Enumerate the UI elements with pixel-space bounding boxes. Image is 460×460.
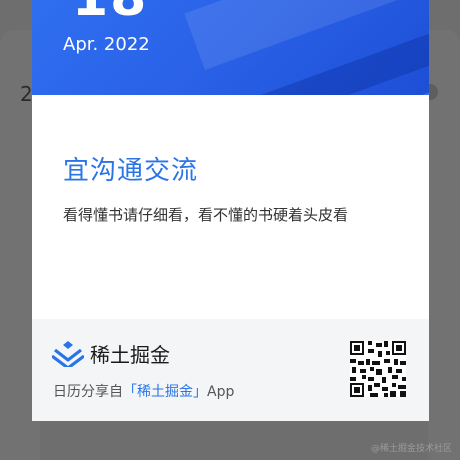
share-app-name[interactable]: 「稀土掘金」 — [123, 384, 207, 400]
qr-code-icon — [350, 341, 406, 397]
background-card-right — [428, 30, 460, 460]
day-number: 18 — [72, 0, 148, 28]
calendar-share-card: 18 Apr. 2022 宜沟通交流 看得懂书请仔细看，看不懂的书硬着头皮看 稀… — [32, 0, 429, 421]
card-footer: 稀土掘金 日历分享自「稀土掘金」App — [32, 319, 429, 421]
date-label: Apr. 2022 — [63, 34, 150, 55]
watermark: @稀土掘金技术社区 — [370, 444, 452, 454]
card-quote: 看得懂书请仔细看，看不懂的书硬着头皮看 — [63, 206, 349, 224]
brand-name: 稀土掘金 — [90, 343, 170, 367]
background-card-pill — [428, 84, 438, 100]
card-title: 宜沟通交流 — [63, 156, 199, 186]
share-prefix: 日历分享自 — [53, 384, 123, 400]
background-card-number: 2 — [20, 82, 33, 106]
juejin-logo-icon — [52, 340, 84, 367]
brand: 稀土掘金 — [52, 339, 170, 368]
hero-banner: 18 Apr. 2022 — [32, 0, 429, 95]
share-source-text: 日历分享自「稀土掘金」App — [53, 381, 234, 401]
share-suffix: App — [207, 384, 235, 400]
